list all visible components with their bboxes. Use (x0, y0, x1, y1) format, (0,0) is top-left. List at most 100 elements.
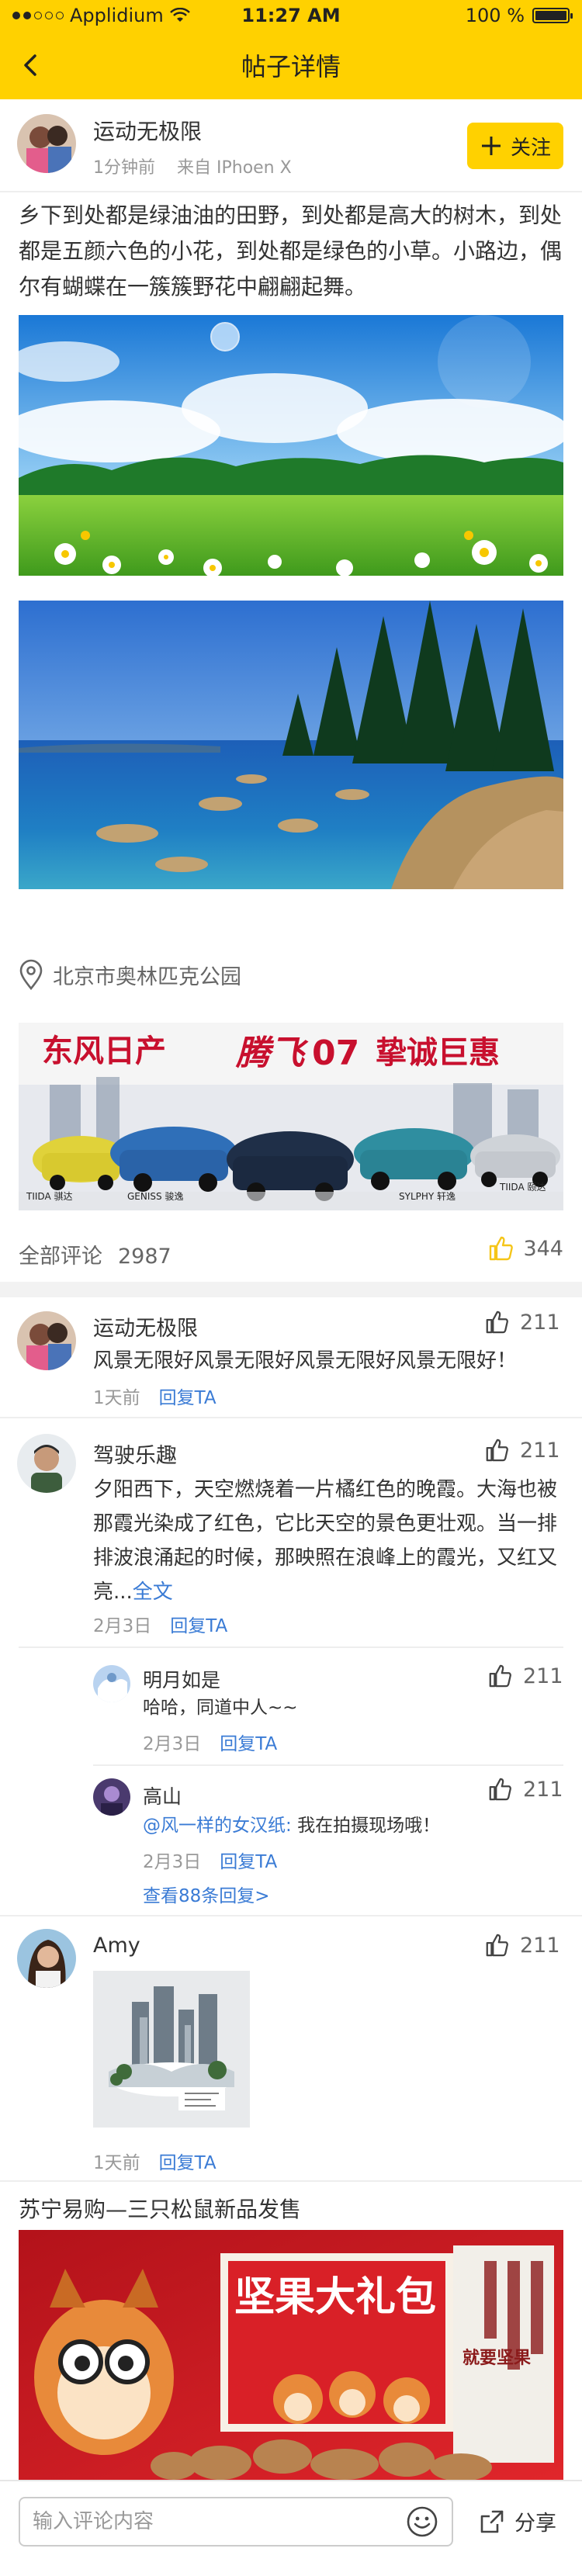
comment-like-count: 211 (520, 1438, 560, 1463)
status-time: 11:27 AM (241, 5, 341, 26)
divider (0, 1417, 582, 1418)
location-text: 北京市奥林匹克公园 (53, 964, 241, 989)
comment-like-count: 211 (520, 1310, 560, 1335)
reply-meta: 2月3日 回复TA (143, 1847, 277, 1873)
post-like-count: 344 (523, 1236, 563, 1261)
post-image-meadow[interactable] (19, 315, 563, 576)
comment-author[interactable]: Amy (93, 1934, 140, 1958)
reply-button[interactable]: 回复TA (220, 1847, 277, 1873)
comment-author[interactable]: 运动无极限 (93, 1311, 198, 1342)
ad2-side-text: 就要坚果 (462, 2348, 531, 2368)
share-icon (480, 2510, 504, 2533)
plus-icon (481, 137, 501, 155)
reply-like-button[interactable]: 211 (487, 1664, 563, 1688)
comment-like-count: 211 (520, 1933, 560, 1958)
post-time: 1分钟前 (93, 158, 155, 178)
comment-meta: 1天前 回复TA (93, 2148, 217, 2174)
reply-button[interactable]: 回复TA (220, 1729, 277, 1755)
reply-avatar[interactable] (93, 1778, 130, 1816)
thumb-up-icon (489, 1778, 511, 1801)
post-text: 乡下到处都是绿油油的田野，到处都是高大的树木，到处都是五颜六色的小花，到处都是绿… (19, 203, 563, 299)
comment-image[interactable] (93, 1971, 250, 2128)
ad-banner-cars[interactable]: 东风日产 腾飞 07 挚诚巨惠 TIIDA 骐达 GENISS 骏逸 SYLPH… (19, 1023, 563, 1210)
post-like-button[interactable]: 344 (487, 1235, 563, 1262)
location-tag[interactable]: 北京市奥林匹克公园 (17, 959, 241, 990)
nav-bar: 帖子详情 (0, 31, 582, 99)
ad-slogan-num: 07 (312, 1034, 359, 1073)
ad-brand: 东风日产 (42, 1034, 166, 1069)
reply-button[interactable]: 回复TA (170, 1611, 227, 1637)
reply-text: @风一样的女汉纸: 我在拍摄现场哦！ (143, 1813, 440, 1839)
divider (0, 1915, 582, 1916)
page-title: 帖子详情 (241, 52, 341, 81)
thumb-up-icon (486, 1439, 508, 1462)
reply-button[interactable]: 回复TA (159, 1383, 217, 1409)
emoji-icon[interactable] (405, 2505, 439, 2539)
ad-car-label: GENISS 骏逸 (127, 1191, 183, 1202)
comment-like-button[interactable]: 211 (484, 1933, 560, 1958)
reply-author[interactable]: 高山 (143, 1781, 182, 1809)
comment-like-button[interactable]: 211 (484, 1438, 560, 1463)
reply-time: 2月3日 (143, 1734, 202, 1754)
comment-author[interactable]: 驾驶乐趣 (93, 1439, 177, 1469)
thumb-up-icon (486, 1934, 508, 1957)
comment-text: 夕阳西下，天空燃烧着一片橘红色的晚霞。大海也被那霞光染成了红色，它比天空的景色更… (93, 1473, 566, 1609)
divider (19, 1646, 563, 1648)
ad-banner-squirrel[interactable]: 坚果大礼包 就要坚果 (19, 2230, 563, 2480)
view-more-replies: 查看88条回复> (143, 1881, 270, 1907)
comment-text: 风景无限好风景无限好风景无限好风景无限好！ (93, 1349, 518, 1373)
comment-time: 2月3日 (93, 1616, 152, 1636)
post-source: 来自 IPhoen X (177, 158, 292, 178)
thumb-up-icon (486, 1311, 508, 1334)
ad-car-label: SYLPHY 轩逸 (399, 1191, 456, 1202)
ad-car-label: TIIDA 颐达 (499, 1182, 546, 1193)
author-avatar[interactable] (17, 114, 76, 173)
battery-percent: 100 % (465, 5, 525, 26)
carrier-name: Applidium (70, 5, 164, 26)
ad-slogan-script: 腾飞 (235, 1034, 309, 1073)
follow-button[interactable]: 关注 (467, 123, 563, 169)
comment-time: 1天前 (93, 1388, 140, 1408)
reply-like-count: 211 (523, 1664, 563, 1688)
share-label: 分享 (514, 2512, 556, 2536)
ad-title[interactable]: 苏宁易购—三只松鼠新品发售 (19, 2193, 301, 2224)
comment-like-button[interactable]: 211 (484, 1310, 560, 1335)
author-name[interactable]: 运动无极限 (93, 115, 202, 146)
reply-text: 哈哈，同道中人~~ (143, 1698, 298, 1718)
expand-full-text-link[interactable]: 全文 (133, 1581, 173, 1604)
mention-link[interactable]: @风一样的女汉纸: (143, 1816, 292, 1836)
comment-meta: 1天前 回复TA (93, 1383, 217, 1409)
reply-like-button[interactable]: 211 (487, 1777, 563, 1802)
section-divider (0, 1282, 582, 1297)
reply-text-body: 我在拍摄现场哦！ (297, 1816, 441, 1836)
divider (93, 1764, 563, 1766)
share-button[interactable]: 分享 (477, 2506, 556, 2536)
signal-icon (12, 12, 64, 19)
comment-avatar[interactable] (17, 1434, 76, 1493)
reply-button[interactable]: 回复TA (159, 2148, 217, 2174)
back-arrow-icon[interactable] (14, 48, 48, 82)
view-more-replies-link[interactable]: 查看88条回复> (143, 1881, 270, 1907)
post-image-lake[interactable] (19, 601, 563, 889)
wifi-icon (169, 8, 190, 22)
comment-input[interactable] (19, 2497, 453, 2547)
status-left: Applidium (12, 5, 230, 26)
follow-label: 关注 (510, 136, 551, 160)
thumb-up-icon (489, 1664, 511, 1688)
reply-meta: 2月3日 回复TA (143, 1729, 277, 1755)
location-pin-icon (19, 959, 43, 990)
divider (0, 2180, 582, 2182)
comment-time: 1天前 (93, 2153, 140, 2173)
comment-avatar[interactable] (17, 1311, 76, 1370)
status-bar: Applidium 11:27 AM 100 % (0, 0, 582, 31)
comments-label: 全部评论 (19, 1245, 102, 1269)
comments-summary: 全部评论 2987 (19, 1239, 171, 1269)
battery-icon (532, 8, 573, 23)
reply-time: 2月3日 (143, 1852, 202, 1872)
comment-bar: 分享 (0, 2480, 582, 2576)
comment-avatar[interactable] (17, 1929, 76, 1988)
reply-author[interactable]: 明月如是 (143, 1665, 220, 1693)
ad-slogan-tail: 挚诚巨惠 (376, 1035, 500, 1071)
comments-count: 2987 (118, 1245, 171, 1269)
reply-avatar[interactable] (93, 1665, 130, 1702)
